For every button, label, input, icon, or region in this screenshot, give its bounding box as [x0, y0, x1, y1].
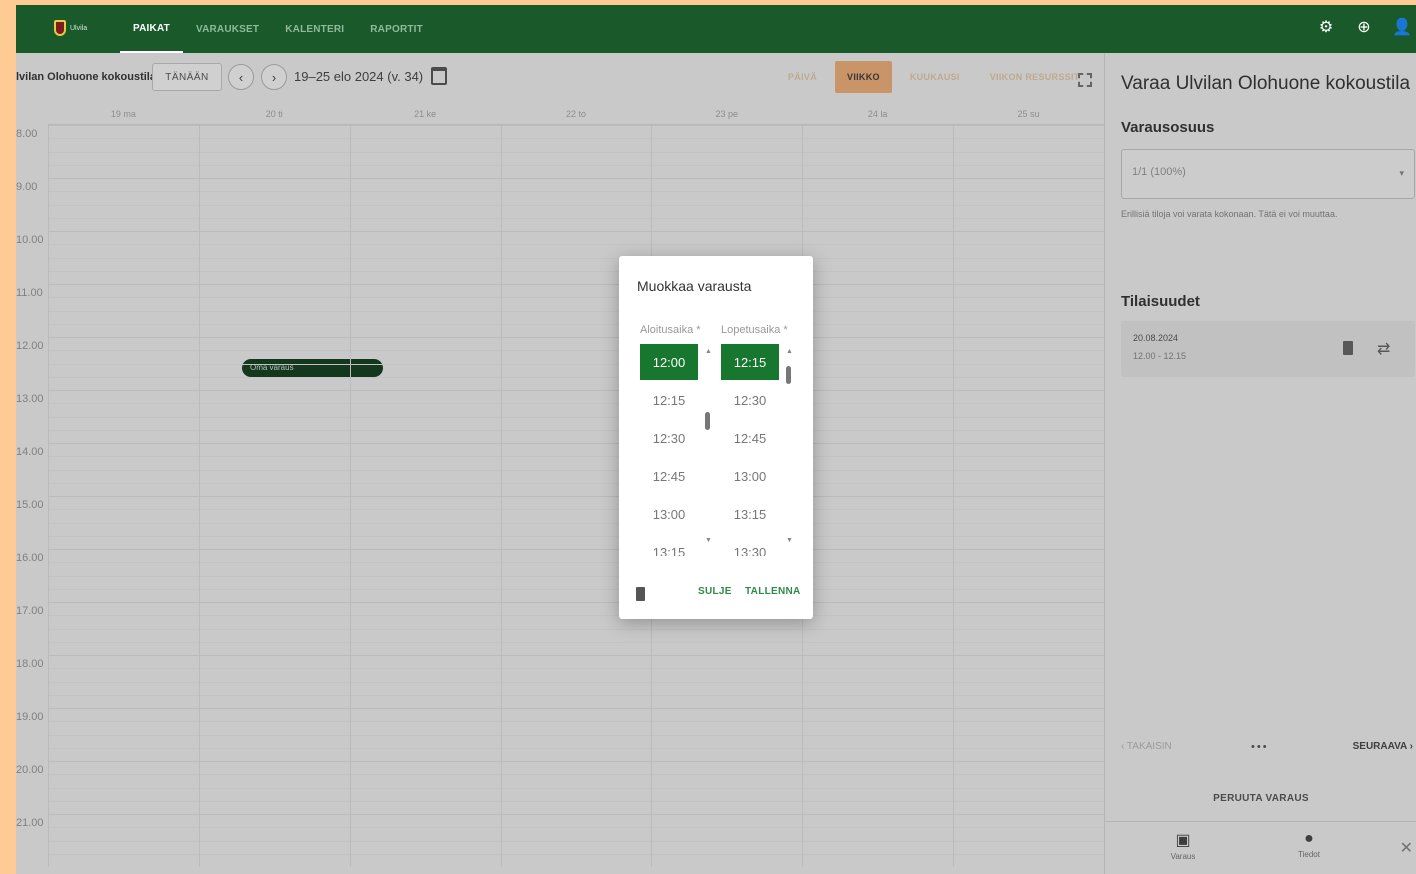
- main-nav: PAIKAT VARAUKSET KALENTERI RAPORTIT: [120, 5, 436, 53]
- start-time-list[interactable]: 12:00 12:15 12:30 12:45 13:00 13:15: [640, 344, 700, 556]
- start-list-scrollbar[interactable]: ▲ ▼: [705, 348, 712, 544]
- end-time-option[interactable]: 12:30: [721, 382, 779, 418]
- end-time-label: Lopetusaika *: [721, 324, 788, 336]
- end-time-option[interactable]: 12:45: [721, 420, 779, 456]
- edit-booking-dialog: Muokkaa varausta Aloitusaika * Lopetusai…: [619, 256, 813, 619]
- globe-icon[interactable]: ⊕: [1354, 17, 1374, 37]
- start-time-option[interactable]: 12:45: [640, 458, 698, 494]
- end-time-option[interactable]: 13:00: [721, 458, 779, 494]
- save-button[interactable]: TALLENNA: [745, 586, 801, 597]
- nav-item-raportit[interactable]: RAPORTIT: [357, 5, 436, 53]
- scroll-up-icon[interactable]: ▲: [786, 348, 793, 355]
- start-time-option[interactable]: 12:30: [640, 420, 698, 456]
- scroll-down-icon[interactable]: ▼: [786, 537, 793, 544]
- coat-of-arms-icon: [54, 20, 66, 36]
- end-time-option[interactable]: 13:15: [721, 496, 779, 532]
- end-time-list[interactable]: 12:15 12:30 12:45 13:00 13:15 13:30: [721, 344, 781, 556]
- top-actions: ⚙ ⊕ 👤: [1316, 17, 1416, 37]
- scroll-up-icon[interactable]: ▲: [705, 348, 712, 355]
- start-time-option[interactable]: 12:00: [640, 344, 698, 380]
- nav-item-paikat[interactable]: PAIKAT: [120, 5, 183, 53]
- logo-text: Ulvila: [70, 24, 88, 32]
- scroll-thumb[interactable]: [705, 412, 710, 430]
- trash-icon[interactable]: [636, 587, 645, 601]
- scroll-thumb[interactable]: [786, 366, 791, 384]
- end-time-option[interactable]: 12:15: [721, 344, 779, 380]
- scroll-down-icon[interactable]: ▼: [705, 537, 712, 544]
- nav-item-kalenteri[interactable]: KALENTERI: [272, 5, 357, 53]
- end-time-option[interactable]: 13:30: [721, 534, 779, 557]
- start-time-option[interactable]: 13:00: [640, 496, 698, 532]
- close-button[interactable]: SULJE: [698, 586, 732, 597]
- end-list-scrollbar[interactable]: ▲ ▼: [786, 348, 793, 544]
- start-time-option[interactable]: 12:15: [640, 382, 698, 418]
- app-frame: Ulvila PAIKAT VARAUKSET KALENTERI RAPORT…: [16, 5, 1416, 874]
- top-app-bar: Ulvila PAIKAT VARAUKSET KALENTERI RAPORT…: [16, 5, 1416, 53]
- user-icon[interactable]: 👤: [1392, 17, 1412, 37]
- start-time-option[interactable]: 13:15: [640, 534, 698, 557]
- dialog-title: Muokkaa varausta: [637, 278, 752, 294]
- nav-item-varaukset[interactable]: VARAUKSET: [183, 5, 272, 53]
- start-time-label: Aloitusaika *: [640, 324, 701, 336]
- gear-icon[interactable]: ⚙: [1316, 17, 1336, 37]
- app-logo[interactable]: Ulvila: [54, 19, 98, 37]
